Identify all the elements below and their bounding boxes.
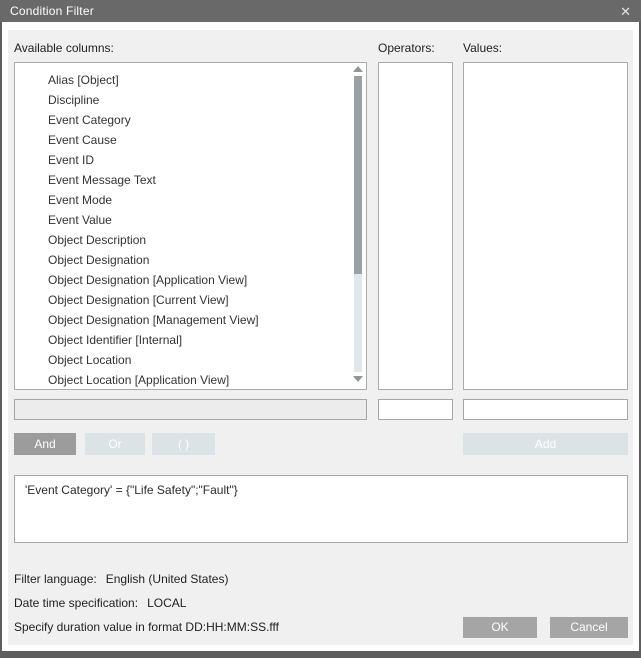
column-list-item[interactable]: Event ID	[15, 150, 366, 170]
operator-input[interactable]	[378, 399, 453, 420]
values-label: Values:	[463, 41, 502, 56]
column-list-item[interactable]: Object Designation [Application View]	[15, 270, 366, 290]
column-list-item[interactable]: Event Value	[15, 210, 366, 230]
scrollbar-thumb[interactable]	[354, 76, 362, 274]
available-columns-list[interactable]: Alias [Object]DisciplineEvent CategoryEv…	[14, 62, 367, 390]
filter-language-label: Filter language:	[14, 572, 97, 586]
condition-expression-area[interactable]: 'Event Category' = {"Life Safety";"Fault…	[14, 475, 628, 543]
add-button[interactable]: Add	[463, 433, 628, 455]
and-button[interactable]: And	[14, 433, 76, 455]
column-list-item[interactable]: Object Description	[15, 230, 366, 250]
column-list-item[interactable]: Object Location [Application View]	[15, 370, 366, 390]
values-list[interactable]	[463, 62, 628, 390]
column-filter-input	[14, 399, 367, 420]
column-list-item[interactable]: Object Designation	[15, 250, 366, 270]
or-button[interactable]: Or	[85, 433, 145, 455]
parentheses-button[interactable]: ( )	[152, 433, 215, 455]
column-list-item[interactable]: Object Identifier [Internal]	[15, 330, 366, 350]
column-list-item[interactable]: Alias [Object]	[15, 70, 366, 90]
window-title: Condition Filter	[10, 4, 94, 18]
cancel-button[interactable]: Cancel	[550, 617, 628, 638]
condition-filter-dialog: Condition Filter ✕ Available columns: Op…	[0, 0, 641, 658]
columns-scrollbar[interactable]	[353, 66, 363, 382]
column-list-item[interactable]: Discipline	[15, 90, 366, 110]
value-input[interactable]	[463, 399, 628, 420]
scroll-down-icon[interactable]	[353, 376, 363, 382]
column-list-item[interactable]: Object Designation [Management View]	[15, 310, 366, 330]
filter-language-row: Filter language: English (United States)	[14, 572, 228, 586]
titlebar[interactable]: Condition Filter ✕	[0, 0, 641, 22]
date-time-label: Date time specification:	[14, 596, 138, 610]
available-columns-label: Available columns:	[14, 41, 114, 56]
scroll-up-icon[interactable]	[353, 66, 363, 72]
column-list-item[interactable]: Event Category	[15, 110, 366, 130]
filter-language-value: English (United States)	[106, 572, 229, 586]
column-list-item[interactable]: Object Designation [Current View]	[15, 290, 366, 310]
date-time-row: Date time specification: LOCAL	[14, 596, 186, 610]
operators-list[interactable]	[378, 62, 453, 390]
duration-format-hint: Specify duration value in format DD:HH:M…	[14, 620, 279, 634]
date-time-value: LOCAL	[147, 596, 186, 610]
column-list-item[interactable]: Event Cause	[15, 130, 366, 150]
operators-label: Operators:	[378, 41, 435, 56]
close-icon[interactable]: ✕	[620, 5, 631, 18]
scrollbar-track[interactable]	[354, 76, 362, 372]
window-frame: Available columns: Operators: Values: Al…	[0, 22, 641, 658]
column-list-item[interactable]: Event Mode	[15, 190, 366, 210]
column-list-item[interactable]: Object Location	[15, 350, 366, 370]
dialog-content: Available columns: Operators: Values: Al…	[8, 30, 633, 645]
ok-button[interactable]: OK	[463, 617, 537, 638]
column-list-item[interactable]: Event Message Text	[15, 170, 366, 190]
